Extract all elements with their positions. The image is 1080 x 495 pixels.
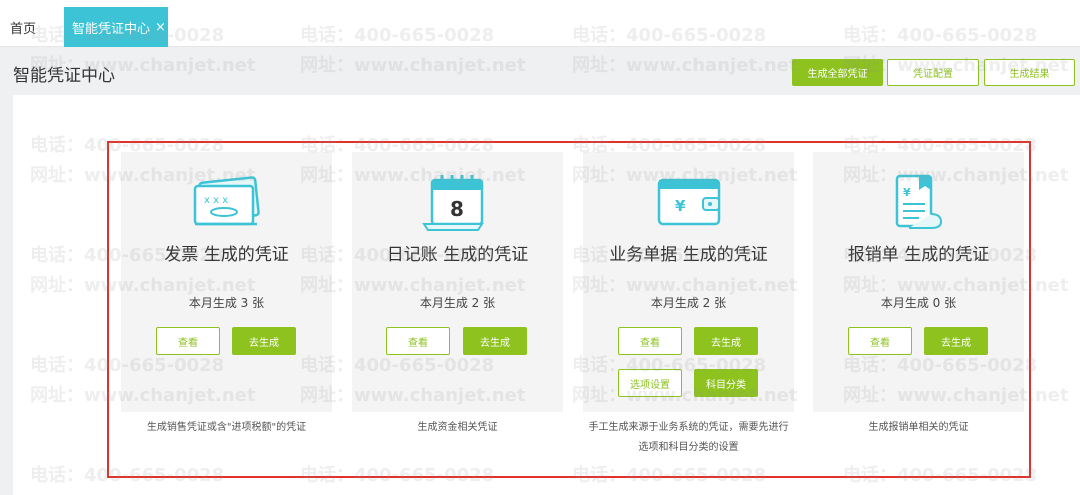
generate-result-button[interactable]: 生成结果 — [984, 59, 1075, 86]
watermark-site: 网址：www.chanjet.net — [572, 55, 798, 76]
watermark-site: 网址：www.chanjet.net — [300, 55, 526, 76]
page-title: 智能凭证中心 — [13, 66, 115, 86]
tab-home[interactable]: 首页 — [10, 18, 36, 37]
tab-label: 智能凭证中心 — [72, 21, 151, 37]
voucher-config-button[interactable]: 凭证配置 — [887, 59, 979, 86]
generate-all-button[interactable]: 生成全部凭证 — [792, 59, 883, 86]
tab-bar: 首页 智能凭证中心 × — [0, 0, 1080, 47]
highlight-frame — [107, 141, 1031, 478]
tab-smart-voucher-center[interactable]: 智能凭证中心 × — [64, 7, 168, 47]
close-icon[interactable]: × — [155, 20, 166, 35]
